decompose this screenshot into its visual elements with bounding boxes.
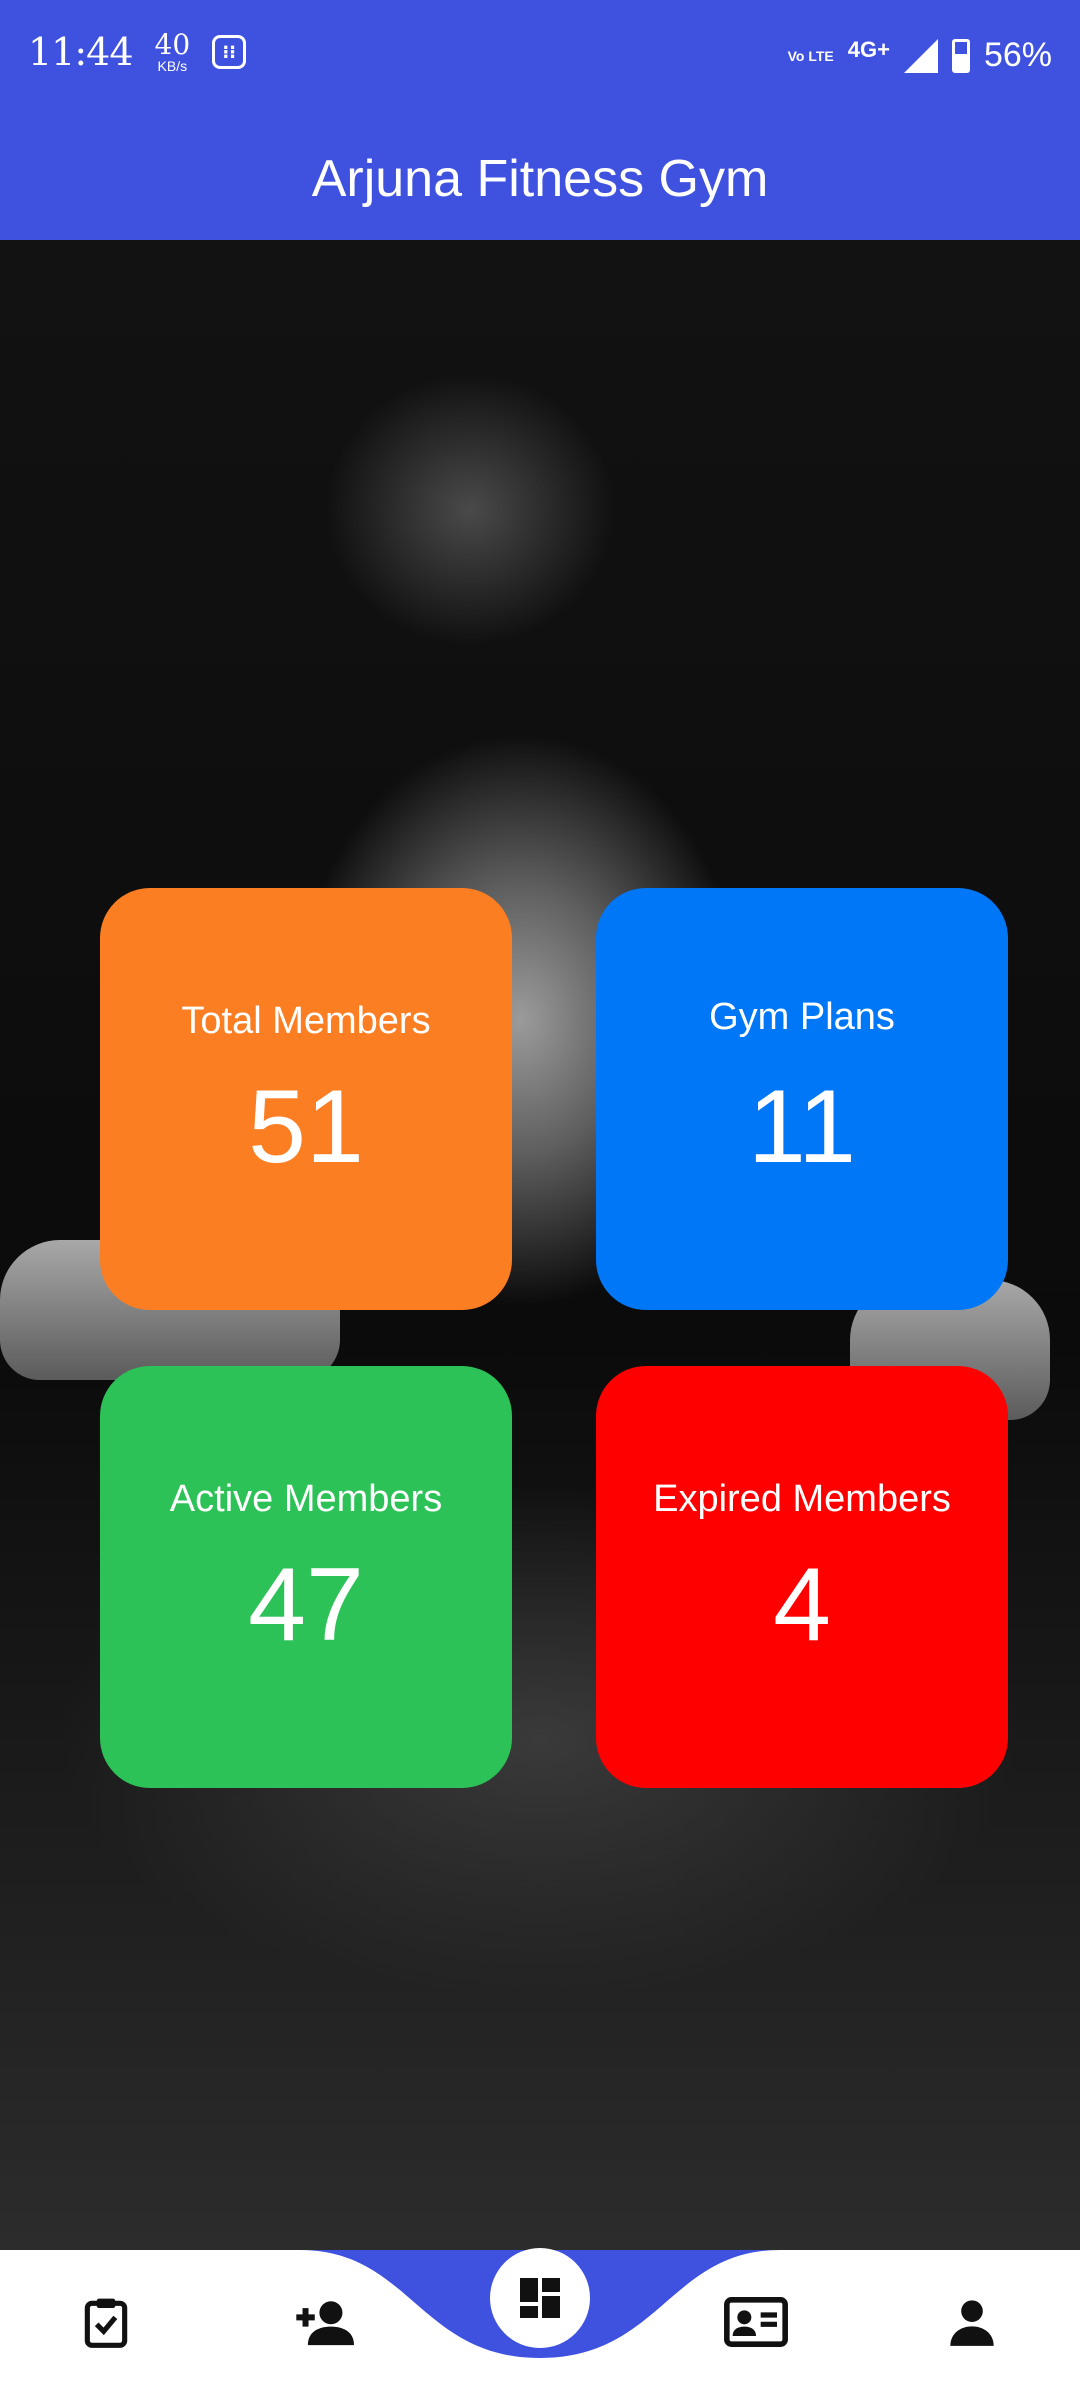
total-members-card[interactable]: Total Members 51: [100, 888, 512, 1310]
volte-indicator: Vo LTE: [787, 47, 834, 64]
nav-attendance[interactable]: [66, 2282, 146, 2362]
app-bar: Arjuna Fitness Gym: [0, 118, 1080, 240]
card-value: 51: [248, 1069, 364, 1185]
person-icon: [950, 2300, 994, 2346]
card-label: Gym Plans: [709, 996, 895, 1038]
id-card-icon: [724, 2297, 788, 2347]
network-speed-value: 40: [154, 28, 191, 61]
battery-icon: [951, 38, 970, 73]
status-bar: 11:44 40 KB/s ⁝⁝ Vo LTE 4G+ 56%: [0, 0, 1080, 118]
card-label: Total Members: [181, 1000, 431, 1042]
notification-app-icon: ⁝⁝: [212, 35, 247, 69]
card-value: 4: [773, 1547, 831, 1663]
dashboard-icon: [520, 2278, 560, 2318]
battery-percent: 56%: [983, 36, 1052, 74]
nav-dashboard[interactable]: [490, 2248, 590, 2348]
network-speed-unit: KB/s: [157, 58, 188, 74]
nav-id-card[interactable]: [716, 2282, 796, 2362]
bottom-navigation: [0, 2248, 1080, 2400]
add-person-icon: [296, 2301, 354, 2346]
status-time: 11:44: [28, 30, 134, 74]
card-value: 11: [748, 1069, 856, 1185]
network-speed: 40 KB/s: [154, 28, 191, 74]
page-title: Arjuna Fitness Gym: [311, 150, 769, 208]
network-type: 4G+: [847, 36, 890, 62]
clipboard-check-icon: [84, 2298, 128, 2348]
card-value: 47: [248, 1547, 364, 1663]
nav-profile[interactable]: [932, 2282, 1012, 2362]
gym-plans-card[interactable]: Gym Plans 11: [596, 888, 1008, 1310]
nav-add-member[interactable]: [284, 2282, 364, 2362]
expired-members-card[interactable]: Expired Members 4: [596, 1366, 1008, 1788]
signal-icon: [903, 38, 938, 73]
active-members-card[interactable]: Active Members 47: [100, 1366, 512, 1788]
card-label: Active Members: [169, 1478, 443, 1520]
card-label: Expired Members: [653, 1478, 951, 1520]
